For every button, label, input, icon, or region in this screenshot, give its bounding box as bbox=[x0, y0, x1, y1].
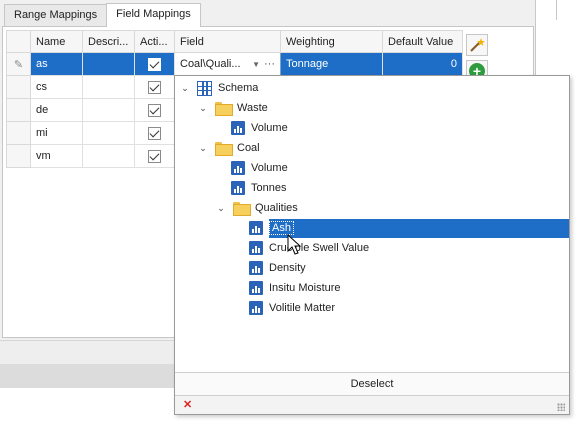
row-indicator bbox=[6, 98, 31, 122]
field-icon bbox=[249, 221, 263, 235]
cell-active[interactable] bbox=[134, 75, 175, 99]
cell-description[interactable] bbox=[82, 75, 135, 99]
field-picker-popup: ⌄ Schema ⌄ Waste Volume ⌄ Coal Volume To… bbox=[174, 75, 570, 415]
cell-active[interactable] bbox=[134, 144, 175, 168]
column-header-name[interactable]: Name bbox=[30, 30, 83, 53]
cell-name[interactable]: vm bbox=[30, 144, 83, 168]
mouse-cursor-icon bbox=[287, 234, 302, 255]
tree-node-schema[interactable]: ⌄ Schema bbox=[179, 78, 258, 98]
cell-weighting[interactable]: Tonnage bbox=[280, 52, 383, 76]
tree-node-label: Volume bbox=[251, 162, 288, 174]
folder-icon bbox=[215, 102, 233, 116]
field-icon bbox=[231, 161, 245, 175]
tree-node-coal[interactable]: ⌄ Coal bbox=[197, 138, 260, 158]
resize-grip-icon[interactable] bbox=[557, 403, 565, 411]
tab-strip: Range Mappings Field Mappings bbox=[4, 3, 201, 27]
tree-node-crucible-swell-value[interactable]: Crucible Swell Value bbox=[249, 238, 369, 258]
tree-node-label: Ash bbox=[269, 221, 294, 235]
tree-node-coal-volume[interactable]: Volume bbox=[231, 158, 288, 178]
tree-node-label: Insitu Moisture bbox=[269, 282, 341, 294]
column-header-active[interactable]: Acti... bbox=[134, 30, 175, 53]
field-value: Coal\Quali... bbox=[180, 58, 241, 70]
active-checkbox[interactable] bbox=[148, 103, 161, 117]
tree-node-label: Volitile Matter bbox=[269, 302, 336, 314]
ellipsis-button[interactable]: ··· bbox=[264, 58, 275, 70]
cell-field-editor[interactable]: Coal\Quali... ▼ ··· bbox=[174, 52, 281, 76]
tree-node-label: Crucible Swell Value bbox=[269, 242, 370, 254]
cell-description[interactable] bbox=[82, 52, 135, 76]
schema-tree[interactable]: ⌄ Schema ⌄ Waste Volume ⌄ Coal Volume To… bbox=[175, 76, 569, 370]
field-icon bbox=[249, 261, 263, 275]
field-icon bbox=[249, 281, 263, 295]
selected-row-highlight bbox=[269, 219, 569, 238]
row-indicator bbox=[6, 144, 31, 168]
deselect-button[interactable]: Deselect bbox=[175, 372, 569, 396]
tree-node-waste[interactable]: ⌄ Waste bbox=[197, 98, 268, 118]
cell-active[interactable] bbox=[134, 121, 175, 145]
chevron-down-icon[interactable]: ⌄ bbox=[197, 103, 209, 114]
tree-node-label: Coal bbox=[237, 142, 260, 154]
tree-node-waste-volume[interactable]: Volume bbox=[231, 118, 288, 138]
field-icon bbox=[249, 241, 263, 255]
table-row[interactable]: ✎ as Coal\Quali... ▼ ··· Tonnage 0 bbox=[6, 52, 463, 76]
column-header-description[interactable]: Descri... bbox=[82, 30, 135, 53]
column-header-field[interactable]: Field bbox=[174, 30, 281, 53]
active-checkbox[interactable] bbox=[148, 126, 161, 140]
tree-node-label: Qualities bbox=[255, 202, 298, 214]
tree-node-label: Schema bbox=[218, 82, 259, 94]
tab-field-mappings[interactable]: Field Mappings bbox=[106, 3, 201, 27]
close-icon[interactable]: ✕ bbox=[183, 398, 192, 411]
cell-name[interactable]: de bbox=[30, 98, 83, 122]
popup-footer: ✕ bbox=[175, 396, 569, 414]
column-header-default-value[interactable]: Default Value bbox=[382, 30, 463, 53]
field-icon bbox=[231, 121, 245, 135]
folder-icon bbox=[215, 142, 233, 156]
dropdown-arrow-icon[interactable]: ▼ bbox=[252, 60, 260, 69]
tree-node-coal-tonnes[interactable]: Tonnes bbox=[231, 178, 286, 198]
magic-wand-button[interactable] bbox=[466, 34, 488, 56]
field-icon bbox=[231, 181, 245, 195]
cell-default-value[interactable]: 0 bbox=[382, 52, 463, 76]
tree-node-label: Waste bbox=[237, 102, 268, 114]
field-mappings-window: Range Mappings Field Mappings Name Descr… bbox=[0, 0, 578, 423]
chevron-down-icon[interactable]: ⌄ bbox=[197, 143, 209, 154]
magic-wand-icon bbox=[470, 38, 485, 52]
tree-node-label: Volume bbox=[251, 122, 288, 134]
cell-active[interactable] bbox=[134, 52, 175, 76]
row-indicator bbox=[6, 75, 31, 99]
folder-icon bbox=[233, 202, 251, 216]
edit-pencil-icon: ✎ bbox=[6, 52, 31, 76]
cell-name[interactable]: cs bbox=[30, 75, 83, 99]
row-indicator bbox=[6, 121, 31, 145]
tree-node-label: Density bbox=[269, 262, 306, 274]
tree-node-density[interactable]: Density bbox=[249, 258, 306, 278]
column-header-weighting[interactable]: Weighting bbox=[280, 30, 383, 53]
tree-node-insitu-moisture[interactable]: Insitu Moisture bbox=[249, 278, 341, 298]
chevron-down-icon[interactable]: ⌄ bbox=[215, 203, 227, 214]
cell-description[interactable] bbox=[82, 121, 135, 145]
cell-name[interactable]: mi bbox=[30, 121, 83, 145]
tree-node-label: Tonnes bbox=[251, 182, 287, 194]
cell-active[interactable] bbox=[134, 98, 175, 122]
schema-table-icon bbox=[197, 80, 212, 96]
active-checkbox[interactable] bbox=[148, 57, 161, 71]
active-checkbox[interactable] bbox=[148, 149, 161, 163]
cell-description[interactable] bbox=[82, 98, 135, 122]
active-checkbox[interactable] bbox=[148, 80, 161, 94]
cell-description[interactable] bbox=[82, 144, 135, 168]
cell-name[interactable]: as bbox=[30, 52, 83, 76]
tree-node-volitile-matter[interactable]: Volitile Matter bbox=[249, 298, 335, 318]
tree-node-qualities[interactable]: ⌄ Qualities bbox=[215, 198, 298, 218]
row-indicator-header bbox=[6, 30, 31, 53]
field-icon bbox=[249, 301, 263, 315]
chevron-down-icon[interactable]: ⌄ bbox=[179, 83, 191, 94]
tab-range-mappings[interactable]: Range Mappings bbox=[4, 4, 108, 26]
